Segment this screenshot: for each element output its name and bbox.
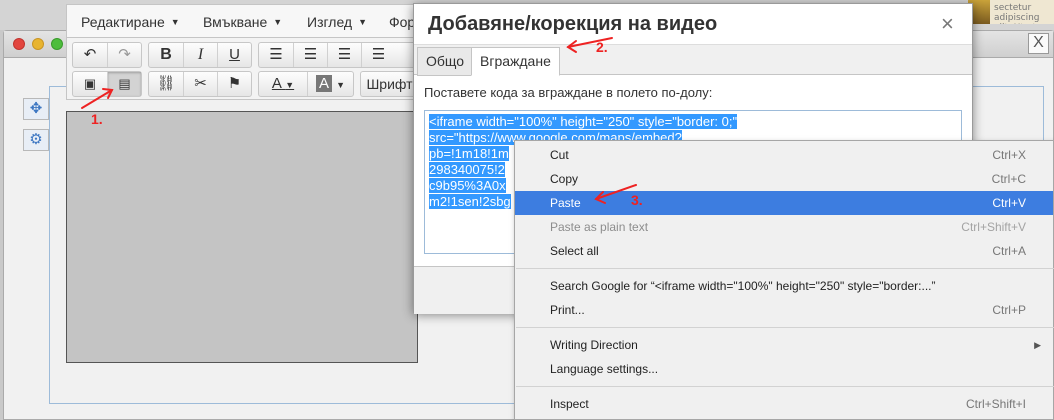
annotation-arrow-1 xyxy=(81,89,113,109)
annotation-step-2: 2. xyxy=(596,39,608,55)
annotation-arrows xyxy=(81,37,637,204)
annotation-step-3: 3. xyxy=(631,192,643,208)
annotation-step-1: 1. xyxy=(91,111,103,127)
